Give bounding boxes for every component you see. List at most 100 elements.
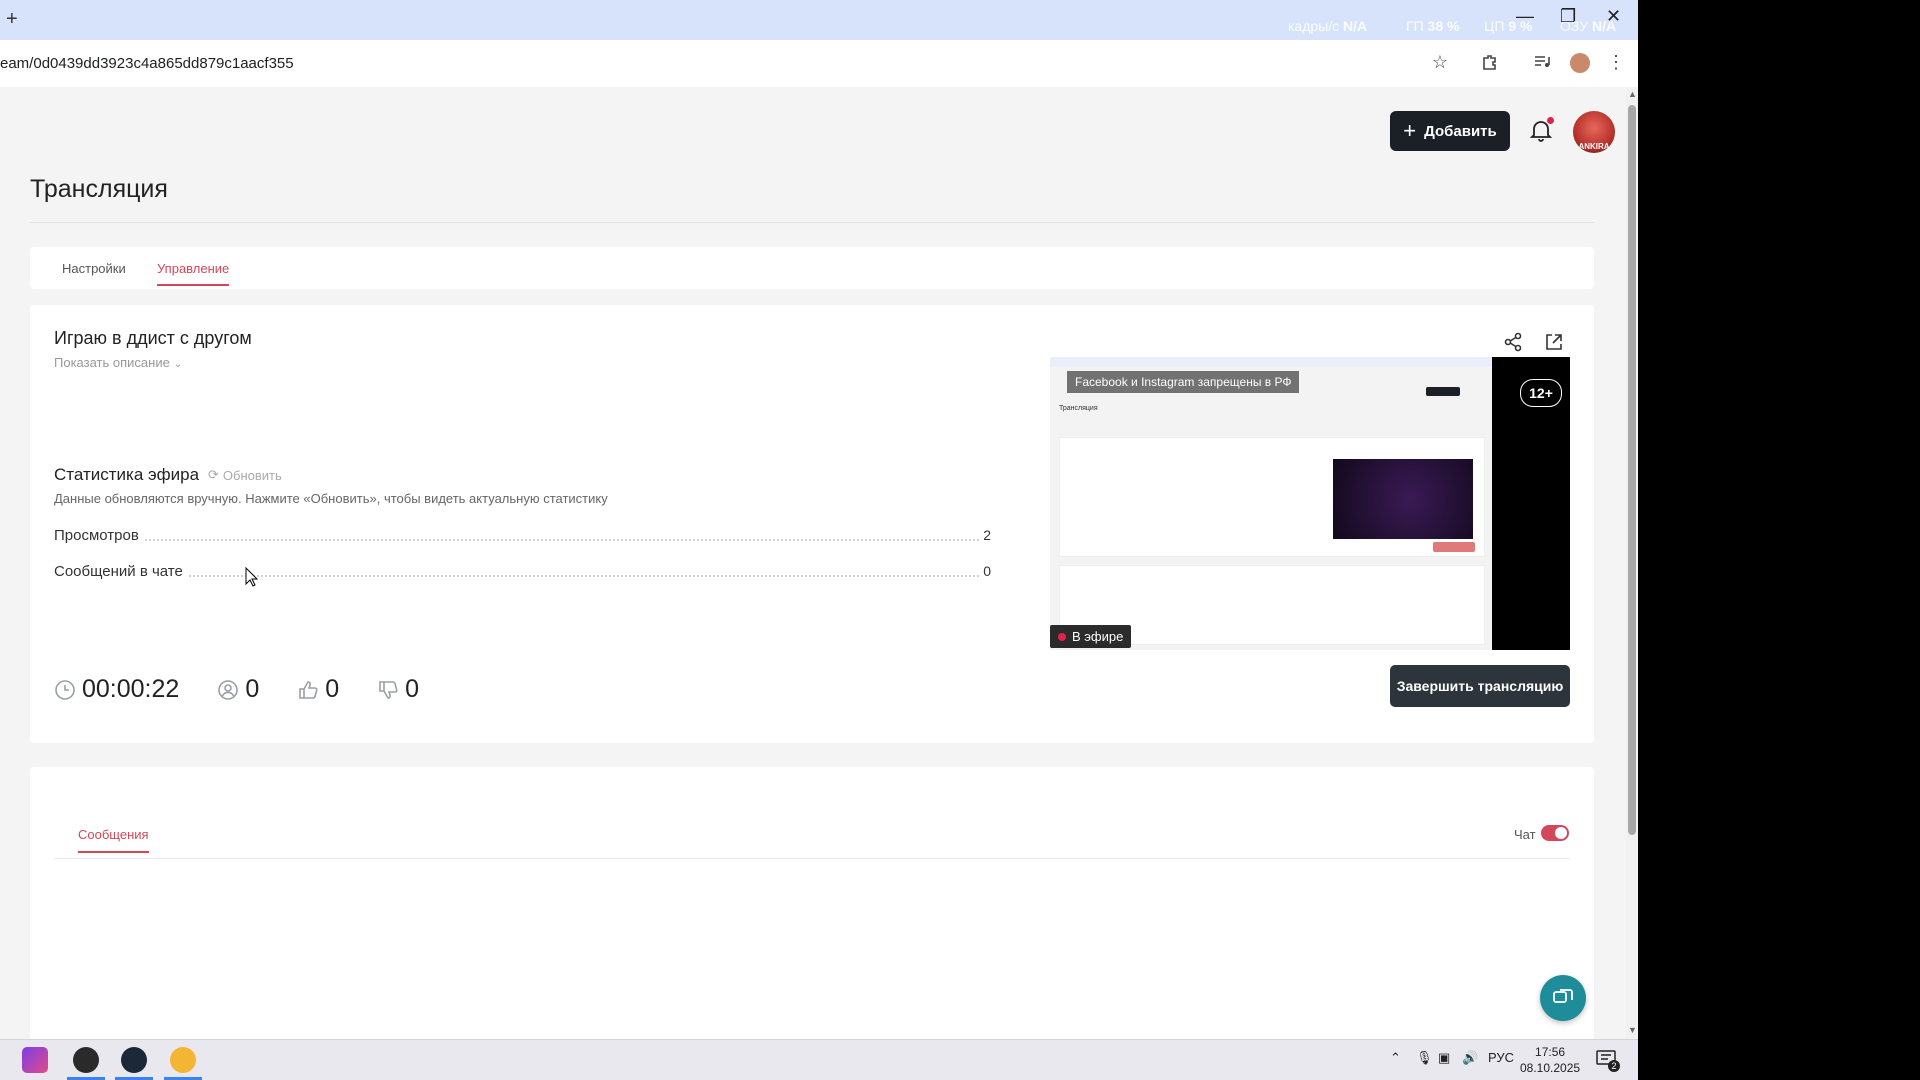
- fps-value: N/A: [1343, 18, 1368, 34]
- profile-avatar[interactable]: [1570, 53, 1590, 73]
- stream-preview[interactable]: Трансляция Facebook и Instagram запрещен…: [1050, 357, 1570, 650]
- restore-icon[interactable]: ❐: [1560, 6, 1576, 27]
- dotted-leader: [54, 575, 979, 577]
- refresh-button[interactable]: ⟳ Обновить: [208, 467, 282, 483]
- tab-management[interactable]: Управление: [157, 261, 230, 286]
- fps-overlay: кадры/с N/A: [1288, 18, 1367, 34]
- stat-value: 0: [979, 563, 991, 579]
- messages-divider: [54, 858, 1570, 859]
- dislikes-value: 0: [405, 675, 420, 703]
- network-icon[interactable]: ▣: [1438, 1050, 1450, 1066]
- viewer-icon: [218, 679, 239, 700]
- duration-value: 00:00:22: [82, 675, 180, 703]
- bookmark-star-icon[interactable]: ☆: [1428, 50, 1452, 74]
- tab-messages[interactable]: Сообщения: [78, 827, 149, 853]
- chat-bubbles-icon: [1553, 989, 1573, 1003]
- add-button[interactable]: + Добавить: [1390, 111, 1510, 151]
- notification-dot: [1547, 117, 1554, 124]
- notification-center-icon[interactable]: 2: [1596, 1050, 1620, 1072]
- refresh-label: Обновить: [222, 467, 282, 483]
- stream-title: Играю в ддист с другом: [54, 328, 252, 348]
- preview-mini-title: Трансляция: [1059, 405, 1098, 412]
- add-button-label: Добавить: [1424, 122, 1497, 140]
- toggle-knob: [1555, 827, 1567, 839]
- language-indicator[interactable]: РУС: [1488, 1050, 1514, 1065]
- microphone-icon[interactable]: 🎙: [1416, 1050, 1433, 1066]
- age-rating-badge: 12+: [1520, 379, 1562, 407]
- title-divider: [30, 222, 1594, 223]
- taskbar-app-recorder[interactable]: [67, 1047, 105, 1080]
- page: + Добавить ANKIRA Трансляция Настройки У…: [0, 87, 1626, 1057]
- preview-mini-button: [1433, 542, 1475, 552]
- live-metrics: 00:00:22 0 0 0: [54, 675, 457, 704]
- scrollbar-thumb[interactable]: [1628, 105, 1636, 835]
- thumbs-down-icon: [379, 680, 398, 699]
- fps-label: кадры/с: [1288, 18, 1340, 34]
- show-description-toggle[interactable]: Показать описание ⌄: [54, 355, 182, 370]
- gpu-overlay: ГП 38 %: [1406, 18, 1459, 34]
- stats-title: Статистика эфира: [54, 465, 200, 484]
- restriction-banner: Facebook и Instagram запрещены в РФ: [1067, 371, 1300, 393]
- mouse-cursor-icon: [245, 567, 259, 587]
- open-external-icon[interactable]: [1543, 331, 1565, 353]
- new-tab-button[interactable]: +: [6, 8, 18, 31]
- stat-row-chat-messages: Сообщений в чате 0: [54, 563, 991, 581]
- notification-bell-icon[interactable]: [1528, 117, 1554, 143]
- likes-value: 0: [325, 675, 340, 703]
- page-scrollbar[interactable]: ▲ ▼: [1626, 87, 1638, 1039]
- viewers-value: 0: [245, 675, 260, 703]
- gpu-value: 38 %: [1427, 18, 1460, 34]
- close-icon[interactable]: ✕: [1606, 6, 1621, 27]
- stat-label: Сообщений в чате: [54, 563, 187, 580]
- dislikes-metric: 0: [377, 675, 419, 704]
- plus-icon: +: [1403, 118, 1417, 143]
- thumbs-up-icon: [299, 680, 318, 699]
- taskbar-app-game[interactable]: [164, 1047, 202, 1080]
- extensions-icon[interactable]: [1478, 50, 1502, 74]
- notification-count: 2: [1608, 1060, 1620, 1072]
- tray-expand-icon[interactable]: ⌃: [1390, 1050, 1401, 1066]
- clock-date: 08.10.2025: [1520, 1061, 1581, 1075]
- taskbar-app-steam[interactable]: [115, 1047, 153, 1080]
- tabs-bar: Настройки Управление: [30, 247, 1594, 289]
- gpu-label: ГП: [1406, 18, 1424, 34]
- chat-toggle[interactable]: [1541, 825, 1569, 841]
- page-title: Трансляция: [30, 175, 168, 203]
- taskbar: ⌃ 🎙 ▣ 🔊 РУС 17:56 08.10.2025 2: [0, 1039, 1638, 1080]
- dotted-leader: [54, 539, 979, 541]
- user-avatar[interactable]: ANKIRA: [1573, 111, 1615, 153]
- url-field[interactable]: eam/0d0439dd3923c4a865dd879c1aacf355: [0, 55, 294, 72]
- preview-mini-video: [1333, 459, 1473, 539]
- stat-row-views: Просмотров 2: [54, 527, 991, 545]
- volume-icon[interactable]: 🔊: [1462, 1050, 1478, 1066]
- chat-toggle-label: Чат: [1514, 827, 1536, 842]
- refresh-icon: ⟳: [208, 467, 219, 482]
- taskbar-app-video-editor[interactable]: [22, 1047, 48, 1073]
- duration-metric: 00:00:22: [54, 675, 179, 704]
- scroll-up-icon[interactable]: ▲: [1628, 89, 1637, 99]
- minimize-icon[interactable]: —: [1516, 6, 1534, 27]
- scroll-down-icon[interactable]: ▼: [1628, 1025, 1637, 1035]
- stat-value: 2: [979, 527, 991, 543]
- chevron-down-icon: ⌄: [173, 359, 183, 370]
- avatar-caption: ANKIRA: [1578, 142, 1610, 151]
- support-chat-button[interactable]: [1540, 975, 1586, 1021]
- live-badge: В эфире: [1050, 625, 1132, 648]
- cpu-label: ЦП: [1484, 18, 1505, 34]
- screen: + кадры/с N/A ГП 38 % ЦП 9 % ОЗУ N/A — ❐…: [0, 0, 1638, 1080]
- clock-icon: [55, 679, 75, 700]
- share-icon[interactable]: [1502, 331, 1524, 353]
- stats-note: Данные обновляются вручную. Нажмите «Обн…: [54, 491, 608, 506]
- address-bar: eam/0d0439dd3923c4a865dd879c1aacf355 ☆ ⋮: [0, 40, 1638, 88]
- preview-topbar: [1050, 357, 1492, 367]
- messages-card: Сообщения Чат: [30, 767, 1594, 1057]
- stream-control-card: Играю в ддист с другом Показать описание…: [30, 305, 1594, 743]
- stat-label: Просмотров: [54, 527, 143, 544]
- likes-metric: 0: [297, 675, 339, 704]
- end-stream-button[interactable]: Завершить трансляцию: [1390, 665, 1570, 707]
- tab-settings[interactable]: Настройки: [62, 261, 126, 276]
- browser-menu-icon[interactable]: ⋮: [1604, 50, 1628, 74]
- clock[interactable]: 17:56 08.10.2025: [1520, 1044, 1580, 1076]
- show-description-label: Показать описание: [54, 355, 170, 370]
- media-control-icon[interactable]: [1530, 50, 1554, 74]
